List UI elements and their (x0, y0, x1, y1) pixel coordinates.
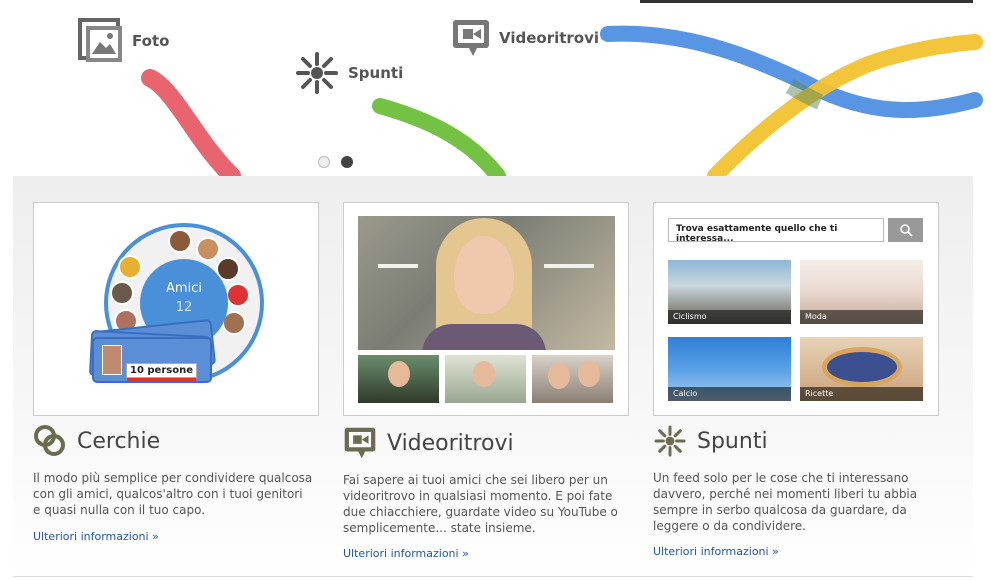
participant-face (548, 363, 570, 389)
circles-icon (34, 425, 65, 456)
slide-dot-1[interactable] (318, 156, 330, 168)
sparks-search-button[interactable] (888, 218, 923, 242)
ceiling-light (544, 264, 594, 268)
spark-tile-ciclismo[interactable]: Ciclismo (668, 260, 791, 324)
hero-item-videoritrovi[interactable]: Videoritrovi (451, 18, 599, 58)
hero-banner: Foto Spunti Videoritrovi (0, 0, 991, 176)
photo-icon (78, 18, 122, 62)
participant-face (473, 361, 495, 387)
more-info-link-videoritrovi[interactable]: Ulteriori informazioni » (343, 547, 469, 560)
slide-indicator (318, 156, 353, 168)
sparks-search-input[interactable]: Trova esattamente quello che ti interess… (668, 218, 884, 244)
person-face (454, 236, 514, 314)
spark-tile-moda[interactable]: Moda (800, 260, 923, 324)
video-participants (358, 355, 613, 403)
participant-face (388, 361, 410, 387)
video-hangout-illustration (343, 202, 629, 416)
slide-dot-2[interactable] (341, 156, 353, 168)
participant-thumb[interactable] (358, 355, 439, 403)
avatar (110, 281, 134, 305)
circle-name: Amici (166, 281, 202, 296)
spark-tile-caption: Calcio (668, 387, 791, 401)
circle-count: 12 (175, 300, 193, 315)
column-title-cerchie: Cerchie (33, 424, 160, 458)
column-title-text: Videoritrovi (387, 430, 514, 456)
column-title-text: Spunti (697, 428, 768, 454)
avatar (102, 345, 122, 375)
main-video-frame (358, 216, 615, 350)
avatar (168, 229, 192, 253)
search-icon (899, 224, 913, 237)
column-title-spunti: Spunti (653, 424, 768, 458)
spark-tile-caption: Moda (800, 310, 923, 324)
hero-item-spunti[interactable]: Spunti (294, 50, 403, 96)
hero-item-foto[interactable]: Foto (78, 18, 169, 64)
participant-thumb[interactable] (445, 355, 526, 403)
tart-image (822, 347, 902, 387)
people-card-stack[interactable]: 10 persone (88, 318, 217, 385)
avatar (118, 255, 142, 279)
circles-illustration: Amici 12 10 persone (33, 202, 319, 416)
spark-icon (654, 425, 686, 457)
stack-card: 10 persone (92, 337, 212, 383)
video-chat-icon (453, 20, 489, 56)
avatar (196, 237, 220, 261)
participant-thumb[interactable] (532, 355, 613, 403)
spark-tile-calcio[interactable]: Calcio (668, 337, 791, 401)
person-shirt (422, 324, 546, 350)
spark-tile-caption: Ricette (800, 387, 923, 401)
hero-item-label: Videoritrovi (499, 29, 600, 47)
avatar (226, 283, 250, 307)
column-title-videoritrovi: Videoritrovi (343, 426, 514, 460)
column-description: Fai sapere ai tuoi amici che sei libero … (343, 473, 618, 535)
hero-item-label: Foto (132, 32, 170, 50)
hero-item-label: Spunti (348, 64, 404, 82)
sparks-illustration: Trova esattamente quello che ti interess… (653, 202, 939, 416)
ceiling-light (378, 264, 418, 268)
spark-icon (296, 52, 338, 94)
participant-face (578, 361, 600, 387)
column-description: Il modo più semplice per condividere qua… (33, 471, 313, 517)
people-count-tag: 10 persone (126, 363, 197, 381)
video-chat-icon (344, 427, 376, 459)
column-description: Un feed solo per le cose che ti interess… (653, 471, 918, 533)
panel-divider (13, 576, 973, 577)
more-info-link-spunti[interactable]: Ulteriori informazioni » (653, 545, 779, 558)
more-info-link-cerchie[interactable]: Ulteriori informazioni » (33, 530, 159, 543)
spark-tile-caption: Ciclismo (668, 310, 791, 324)
spark-tile-ricette[interactable]: Ricette (800, 337, 923, 401)
column-title-text: Cerchie (77, 428, 161, 454)
